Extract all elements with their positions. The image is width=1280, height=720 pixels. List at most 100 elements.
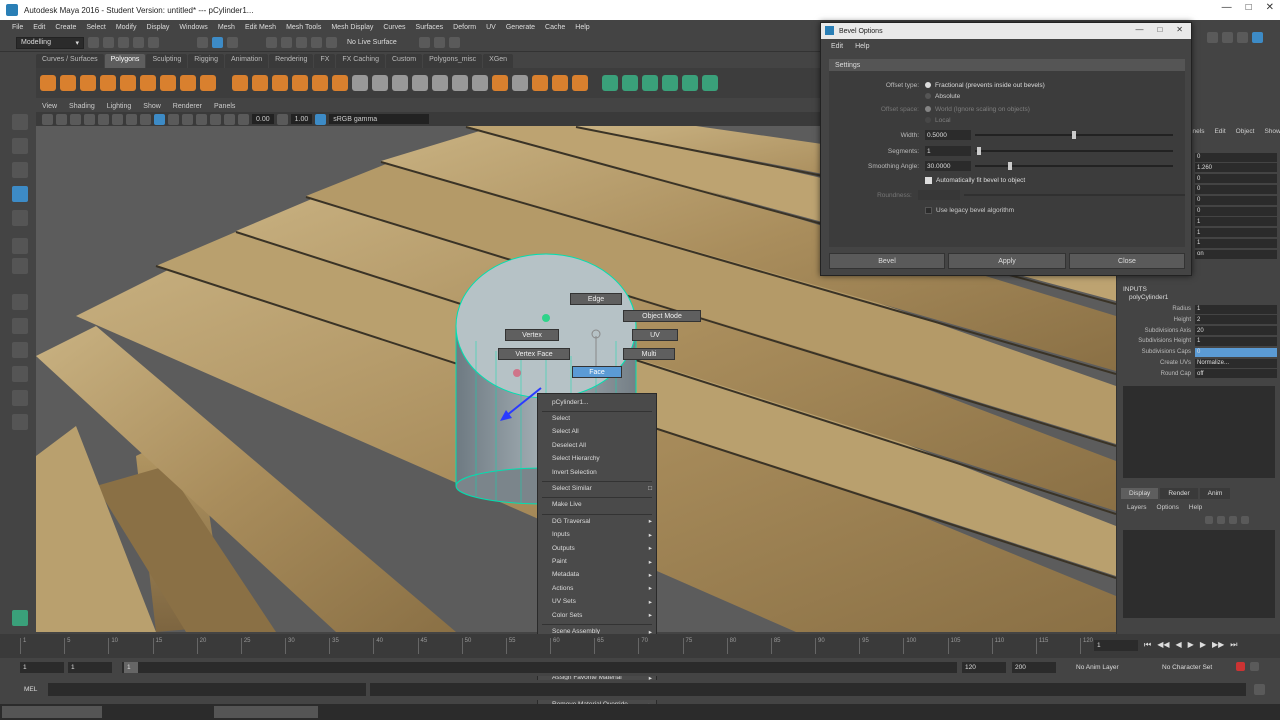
select-tool-icon[interactable] xyxy=(12,114,28,130)
attr-value[interactable]: 0 xyxy=(1195,195,1277,205)
smooth-shade-icon[interactable] xyxy=(154,113,165,125)
menu-edit-mesh[interactable]: Edit Mesh xyxy=(245,24,276,31)
context-item-deselect-all[interactable]: Deselect All xyxy=(552,440,652,451)
shelf-tab-animation[interactable]: Animation xyxy=(224,54,269,68)
colorspace-dropdown[interactable]: sRGB gamma xyxy=(329,114,430,124)
render-settings-icon[interactable] xyxy=(448,37,460,48)
playback-end-field[interactable]: 120 xyxy=(962,662,1006,673)
mirror-icon[interactable] xyxy=(352,75,368,91)
near-clip-field[interactable]: 0.00 xyxy=(252,114,274,124)
smooth-icon[interactable] xyxy=(272,75,288,91)
cut-uv-icon[interactable] xyxy=(702,75,718,91)
menu-display[interactable]: Display xyxy=(146,24,169,31)
menu-set-dropdown[interactable]: Modelling ▾ xyxy=(16,36,84,49)
select-hierarchy-icon[interactable] xyxy=(197,37,208,48)
context-item-actions[interactable]: Actions ▸ xyxy=(552,583,652,594)
layer-tab-anim[interactable]: Anim xyxy=(1199,488,1231,499)
render-icon[interactable] xyxy=(418,37,430,48)
channel-box-icon[interactable] xyxy=(1252,32,1263,43)
attr-value[interactable]: on xyxy=(1195,249,1277,259)
shelf-tab-xgen[interactable]: XGen xyxy=(483,54,514,68)
xray-icon[interactable] xyxy=(224,113,235,125)
menu-mesh-tools[interactable]: Mesh Tools xyxy=(286,24,321,31)
marking-vertex[interactable]: Vertex xyxy=(505,329,559,341)
bevel-menu-edit[interactable]: Edit xyxy=(831,43,843,50)
menu-generate[interactable]: Generate xyxy=(506,24,535,31)
menu-mesh[interactable]: Mesh xyxy=(218,24,235,31)
anim-layer-label[interactable]: No Anim Layer xyxy=(1076,664,1119,671)
marking-vertex-face[interactable]: Vertex Face xyxy=(498,348,570,360)
menu-mesh-display[interactable]: Mesh Display xyxy=(331,24,373,31)
shelf-tab-custom[interactable]: Custom xyxy=(385,54,423,68)
minimize-icon[interactable]: — xyxy=(1222,2,1232,13)
minimized-window[interactable] xyxy=(214,706,318,718)
wireframe-icon[interactable] xyxy=(140,113,151,125)
maximize-icon[interactable]: □ xyxy=(1157,25,1162,34)
context-item-select-all[interactable]: Select All xyxy=(552,426,652,437)
viewport-menu-view[interactable]: View xyxy=(42,103,57,110)
character-set-label[interactable]: No Character Set xyxy=(1162,664,1212,671)
new-scene-icon[interactable] xyxy=(88,37,99,48)
shadows-icon[interactable] xyxy=(196,113,207,125)
ambient-occlusion-icon[interactable] xyxy=(210,113,221,125)
marking-multi[interactable]: Multi xyxy=(623,348,675,360)
shelf-tab-rendering[interactable]: Rendering xyxy=(269,54,314,68)
menu-help[interactable]: Help xyxy=(575,24,589,31)
menu-deform[interactable]: Deform xyxy=(453,24,476,31)
quad-draw-icon[interactable] xyxy=(512,75,528,91)
slide-edge-icon[interactable] xyxy=(532,75,548,91)
multi-cut-icon[interactable] xyxy=(452,75,468,91)
segments-slider-knob[interactable] xyxy=(976,147,981,155)
attr-value[interactable]: 0 xyxy=(1195,206,1277,216)
minimized-window[interactable] xyxy=(2,706,102,718)
new-layer-icon[interactable] xyxy=(1229,516,1237,524)
undo-icon[interactable] xyxy=(133,37,144,48)
camera-attributes-icon[interactable] xyxy=(56,113,67,125)
attr-value[interactable]: 1 xyxy=(1195,304,1277,314)
outliner-layout-icon[interactable] xyxy=(12,414,28,430)
persp-graph-icon[interactable] xyxy=(12,366,28,382)
far-clip-field[interactable]: 1.00 xyxy=(290,114,313,124)
attr-value[interactable]: 1 xyxy=(1195,238,1277,248)
bookmark-icon[interactable] xyxy=(70,113,81,125)
step-forward-frame-icon[interactable]: ▶ xyxy=(1200,640,1206,650)
legacy-bevel-checkbox[interactable] xyxy=(925,206,932,214)
platonic-solid-icon[interactable] xyxy=(180,75,196,91)
context-item-select-similar[interactable]: Select Similar □ xyxy=(552,483,652,494)
bridge-icon[interactable] xyxy=(312,75,328,91)
attr-value[interactable]: 1 xyxy=(1195,217,1277,227)
maximize-icon[interactable]: □ xyxy=(1246,2,1252,13)
option-box-icon[interactable]: □ xyxy=(648,485,652,492)
lasso-tool-icon[interactable] xyxy=(12,138,28,154)
layer-move-down-icon[interactable] xyxy=(1217,516,1225,524)
shelf-tab-fx[interactable]: FX xyxy=(314,54,336,68)
layer-move-up-icon[interactable] xyxy=(1205,516,1213,524)
select-object-icon[interactable] xyxy=(212,37,223,48)
bevel-button[interactable]: Bevel xyxy=(829,253,945,269)
menu-edit[interactable]: Edit xyxy=(33,24,45,31)
smoothing-angle-field[interactable]: 30.0000 xyxy=(925,161,971,171)
layer-tab-display[interactable]: Display xyxy=(1121,488,1159,499)
menu-uv[interactable]: UV xyxy=(486,24,496,31)
command-input[interactable] xyxy=(48,683,366,696)
shelf-tab-polygons-misc[interactable]: Polygons_misc xyxy=(423,54,483,68)
channel-menu-edit[interactable]: Edit xyxy=(1214,128,1225,135)
context-item-paint[interactable]: Paint ▸ xyxy=(552,556,652,567)
start-frame-field[interactable]: 1 xyxy=(20,662,64,673)
command-language-label[interactable]: MEL xyxy=(24,686,37,693)
last-tool-icon[interactable] xyxy=(12,258,28,274)
playback-start-field[interactable]: 1 xyxy=(68,662,112,673)
move-tool-icon[interactable] xyxy=(12,186,28,202)
close-button[interactable]: Close xyxy=(1069,253,1185,269)
context-item-metadata[interactable]: Metadata ▸ xyxy=(552,569,652,580)
attr-value[interactable]: 0 xyxy=(1195,347,1277,357)
extrude-icon[interactable] xyxy=(292,75,308,91)
layer-list[interactable] xyxy=(1123,530,1275,618)
context-item-color-sets[interactable]: Color Sets ▸ xyxy=(552,610,652,621)
poly-cylinder-icon[interactable] xyxy=(80,75,96,91)
poly-torus-icon[interactable] xyxy=(120,75,136,91)
attribute-editor-icon[interactable] xyxy=(1222,32,1233,43)
context-item-pcylinder1[interactable]: pCylinder1... xyxy=(552,397,652,408)
tool-settings-icon[interactable] xyxy=(1237,32,1248,43)
auto-key-icon[interactable] xyxy=(1236,662,1245,671)
